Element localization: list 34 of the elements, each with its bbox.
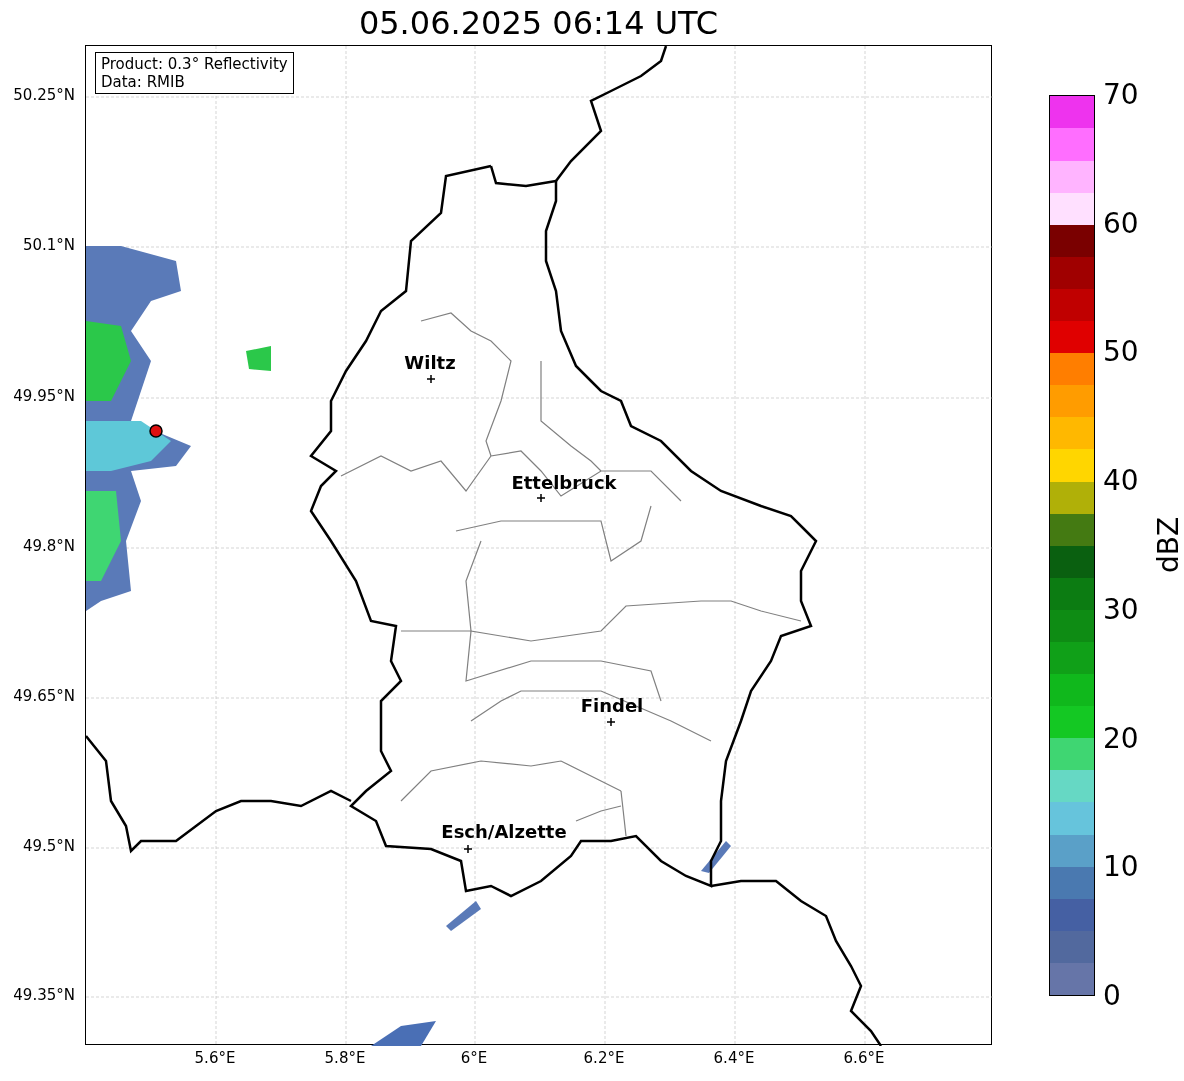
city-label: Findel bbox=[580, 695, 644, 716]
latitude-tick-label: 50.1°N bbox=[22, 238, 75, 253]
city-label: Wiltz bbox=[404, 352, 456, 373]
colorbar-tick-label: 20 bbox=[1103, 724, 1139, 753]
colorbar-tick-label: 40 bbox=[1103, 467, 1139, 496]
city-marker-icon bbox=[463, 844, 473, 854]
latitude-tick-label: 49.5°N bbox=[22, 839, 75, 854]
longitude-tick-label: 6.6°E bbox=[843, 1051, 885, 1066]
city-marker-icon bbox=[426, 374, 436, 384]
latitude-tick-label: 50.25°N bbox=[13, 88, 75, 103]
longitude-tick-label: 6.4°E bbox=[713, 1051, 755, 1066]
latitude-tick-label: 49.95°N bbox=[13, 389, 75, 404]
city-label: Esch/Alzette bbox=[441, 821, 567, 842]
city-marker-icon bbox=[606, 717, 616, 727]
longitude-tick-label: 6.2°E bbox=[583, 1051, 625, 1066]
colorbar-tick-label: 0 bbox=[1103, 982, 1121, 1010]
plot-title: 05.06.2025 06:14 UTC bbox=[358, 6, 719, 39]
longitude-tick-label: 5.6°E bbox=[194, 1051, 236, 1066]
latitude-tick-label: 49.35°N bbox=[13, 988, 75, 1003]
data-source-label: Data: RMIB bbox=[101, 73, 186, 91]
longitude-tick-label: 5.8°E bbox=[324, 1051, 366, 1066]
colorbar-tick-label: 70 bbox=[1103, 81, 1139, 109]
latitude-tick-label: 49.8°N bbox=[22, 539, 75, 554]
colorbar-axis-label: dBZ bbox=[1155, 516, 1184, 574]
city-marker-icon bbox=[536, 493, 546, 503]
longitude-tick-label: 6°E bbox=[460, 1051, 488, 1066]
city-label: Ettelbruck bbox=[511, 472, 617, 493]
colorbar-tick-label: 30 bbox=[1103, 595, 1139, 624]
location-dot bbox=[149, 424, 163, 438]
colorbar-tick-label: 50 bbox=[1103, 338, 1139, 367]
latitude-tick-label: 49.65°N bbox=[13, 689, 75, 704]
colorbar-tick-label: 60 bbox=[1103, 209, 1139, 238]
product-label: Product: 0.3° Reflectivity bbox=[101, 55, 288, 73]
colorbar-tick-label: 10 bbox=[1103, 853, 1139, 882]
